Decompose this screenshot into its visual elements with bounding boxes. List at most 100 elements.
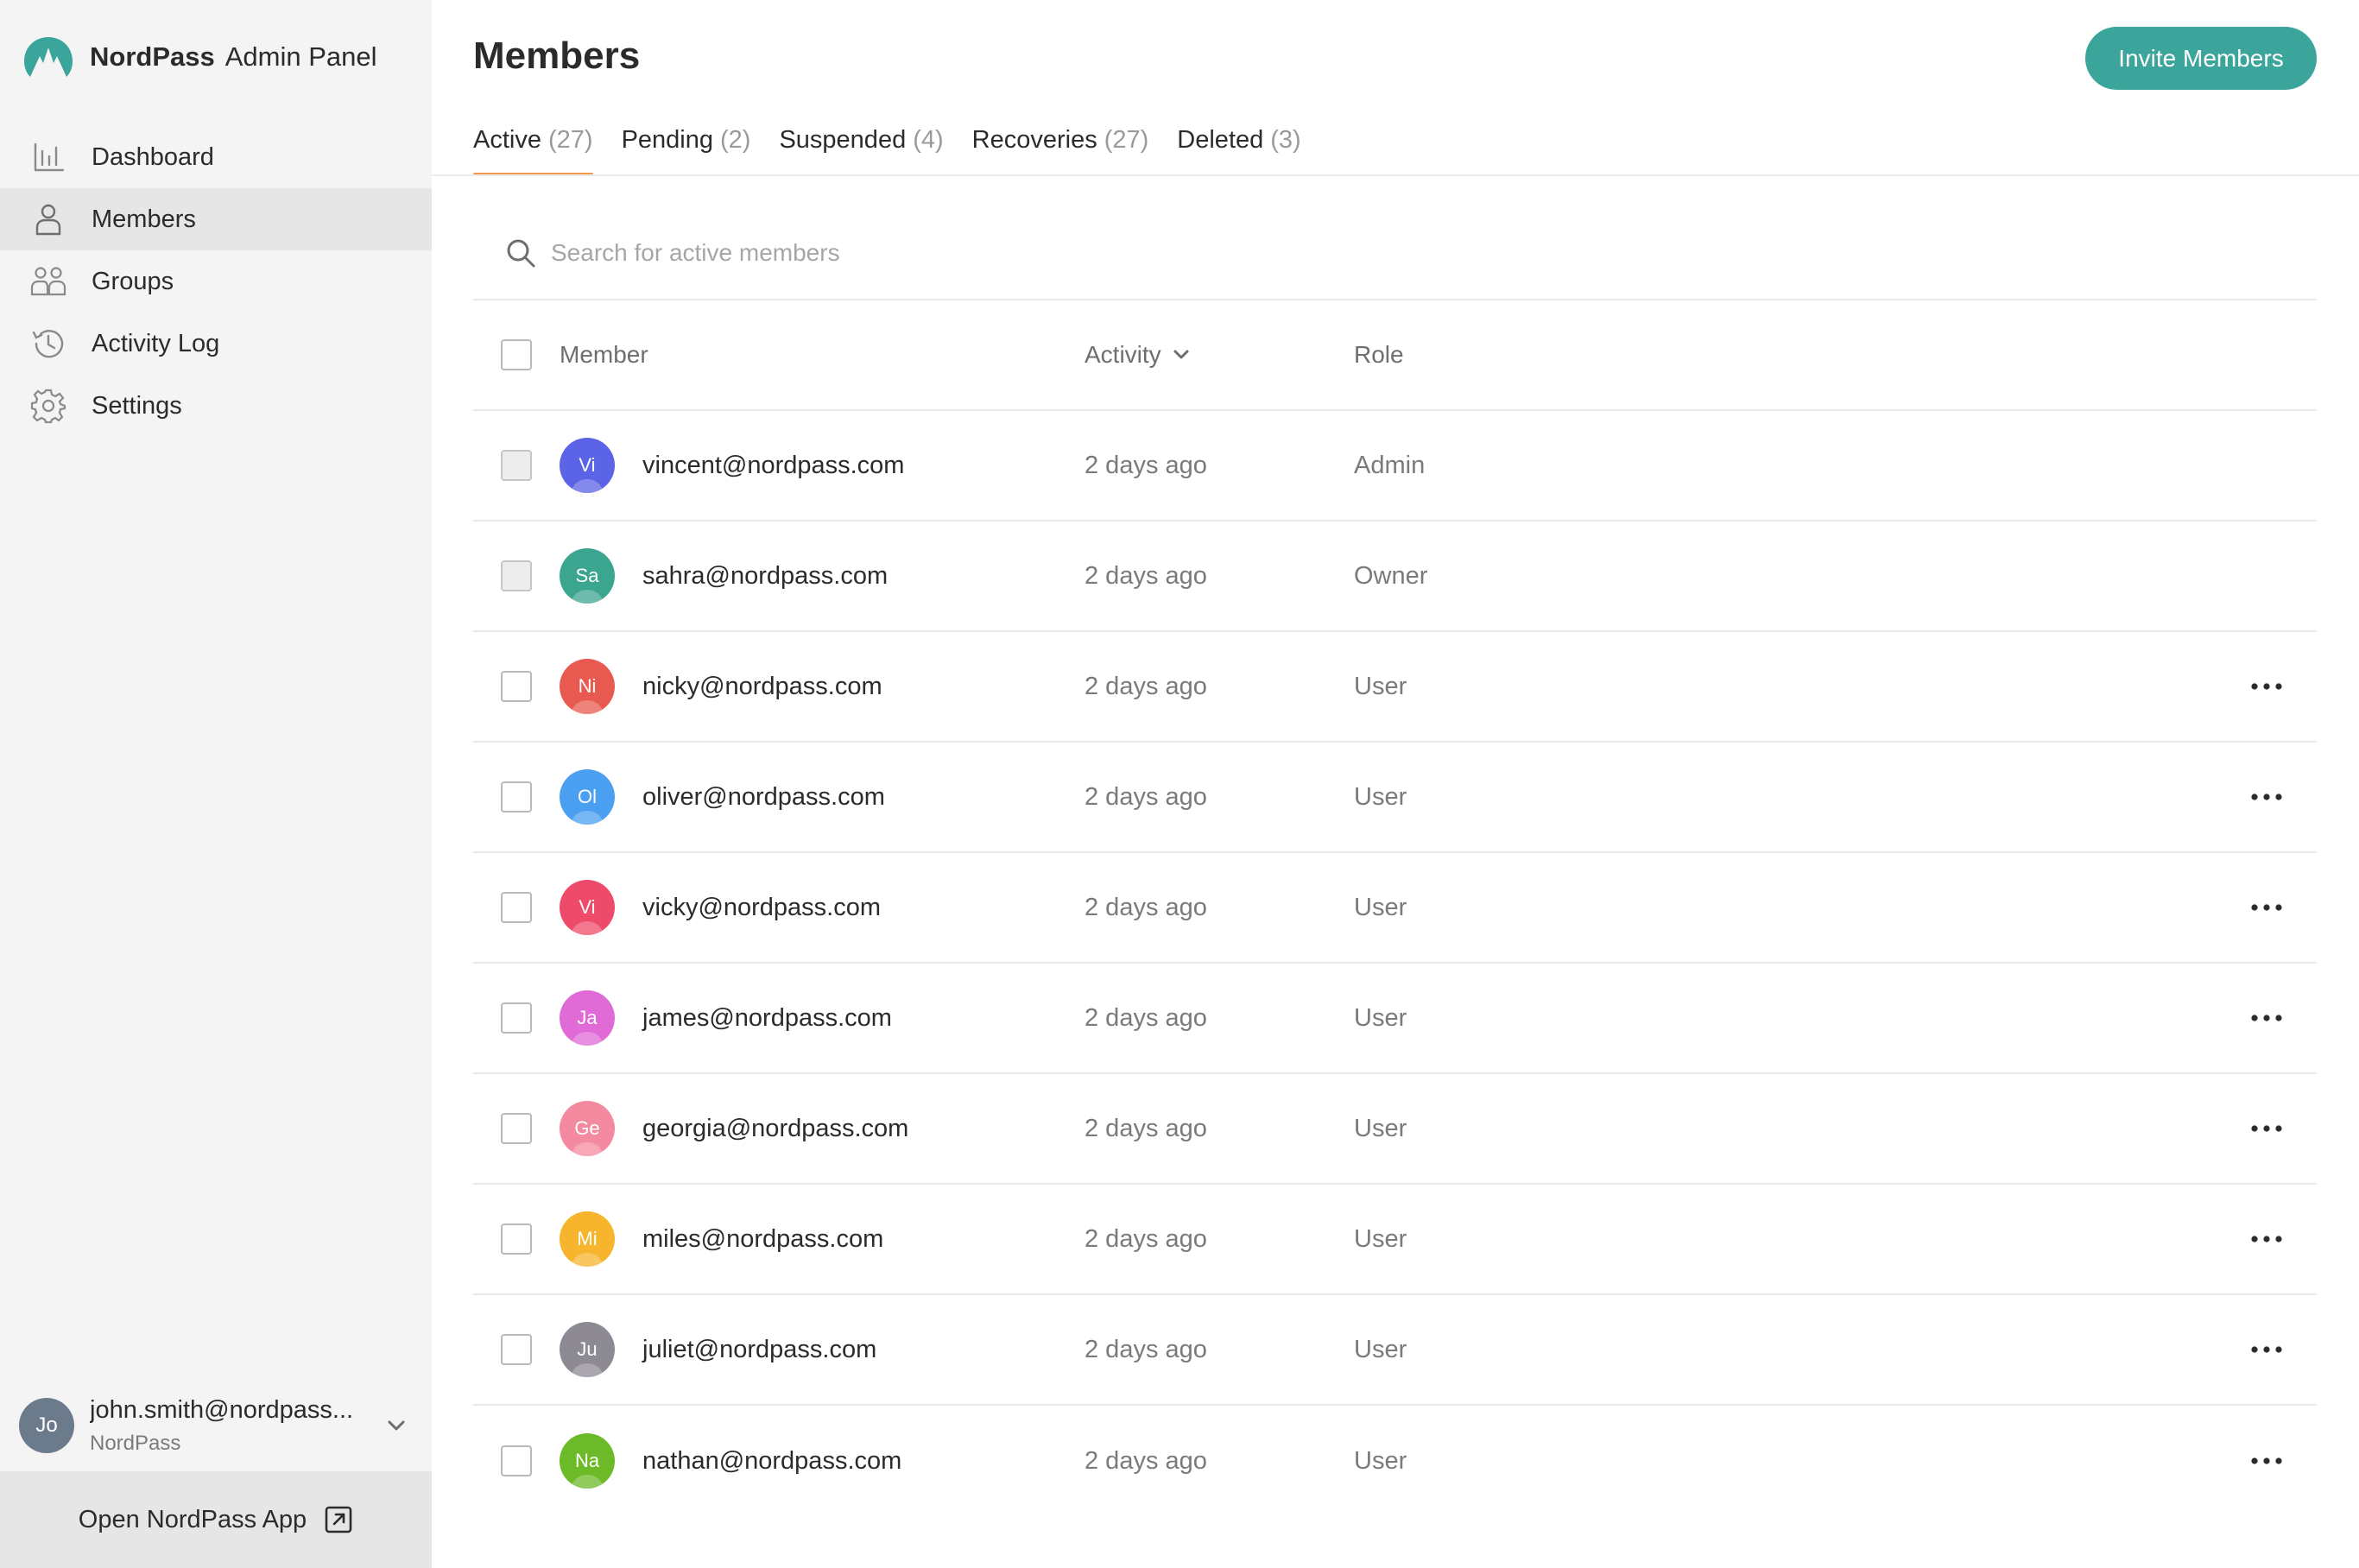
role-cell: Owner	[1354, 561, 1428, 590]
member-cell: Vi vincent@nordpass.com	[560, 438, 1085, 493]
more-options-button[interactable]	[2241, 780, 2293, 814]
sidebar-item-activity-log[interactable]: Activity Log	[0, 313, 432, 375]
sidebar-item-label: Activity Log	[92, 329, 220, 357]
more-options-button[interactable]	[2241, 1001, 2293, 1035]
external-link-icon	[325, 1506, 352, 1533]
table-row[interactable]: Ju juliet@nordpass.com 2 days ago User	[473, 1295, 2317, 1406]
member-cell: Na nathan@nordpass.com	[560, 1433, 1085, 1489]
more-horizontal-icon	[2251, 793, 2282, 800]
member-cell: Mi miles@nordpass.com	[560, 1211, 1085, 1267]
member-cell: Ni nicky@nordpass.com	[560, 659, 1085, 714]
member-email[interactable]: james@nordpass.com	[642, 1004, 892, 1033]
table-row[interactable]: Mi miles@nordpass.com 2 days ago User	[473, 1185, 2317, 1295]
tab-deleted[interactable]: Deleted (3)	[1177, 126, 1300, 176]
account-email: john.smith@nordpass...	[90, 1395, 354, 1424]
role-cell: User	[1354, 782, 1407, 811]
row-checkbox	[501, 560, 532, 591]
table-row[interactable]: Na nathan@nordpass.com 2 days ago User	[473, 1406, 2317, 1516]
member-email[interactable]: nathan@nordpass.com	[642, 1447, 901, 1476]
avatar: Ja	[560, 990, 615, 1046]
more-options-button[interactable]	[2241, 1332, 2293, 1367]
select-all-checkbox[interactable]	[501, 339, 532, 370]
tab-suspended[interactable]: Suspended (4)	[779, 126, 943, 176]
more-horizontal-icon	[2251, 1457, 2282, 1464]
tab-pending[interactable]: Pending (2)	[622, 126, 751, 176]
brand-name: NordPass	[90, 41, 215, 72]
member-cell: Ju juliet@nordpass.com	[560, 1322, 1085, 1377]
tab-count: (27)	[547, 126, 593, 154]
brand[interactable]: NordPass Admin Panel	[22, 33, 377, 81]
more-options-button[interactable]	[2241, 890, 2293, 925]
member-email[interactable]: nicky@nordpass.com	[642, 673, 882, 701]
tab-recoveries[interactable]: Recoveries (27)	[972, 126, 1149, 176]
column-header-member: Member	[560, 341, 648, 368]
avatar-initials: Vi	[579, 454, 596, 476]
row-checkbox[interactable]	[501, 671, 532, 702]
column-header-role: Role	[1354, 341, 1404, 368]
table-body: Vi vincent@nordpass.com 2 days ago Admin Sa s…	[473, 411, 2317, 1516]
member-email[interactable]: miles@nordpass.com	[642, 1225, 883, 1254]
member-email[interactable]: vicky@nordpass.com	[642, 894, 881, 922]
column-header-activity[interactable]: Activity	[1085, 341, 1354, 369]
tab-active[interactable]: Active (27)	[473, 126, 593, 176]
more-options-button[interactable]	[2241, 1444, 2293, 1478]
avatar-initials: Vi	[579, 896, 596, 918]
sidebar-item-settings[interactable]: Settings	[0, 375, 432, 437]
member-cell: Ja james@nordpass.com	[560, 990, 1085, 1046]
member-email[interactable]: vincent@nordpass.com	[642, 452, 904, 480]
avatar: Jo	[19, 1398, 74, 1453]
member-cell: Ol oliver@nordpass.com	[560, 769, 1085, 825]
member-email[interactable]: georgia@nordpass.com	[642, 1115, 908, 1143]
sidebar-item-dashboard[interactable]: Dashboard	[0, 126, 432, 188]
activity-cell: 2 days ago	[1085, 893, 1207, 921]
chevron-down-icon	[1173, 350, 1189, 359]
row-checkbox[interactable]	[501, 892, 532, 923]
more-horizontal-icon	[2251, 1346, 2282, 1353]
account-menu[interactable]: Jo john.smith@nordpass... NordPass	[0, 1378, 432, 1473]
column-header-label: Activity	[1085, 341, 1161, 368]
invite-members-button[interactable]: Invite Members	[2085, 27, 2317, 90]
avatar: Ni	[560, 659, 615, 714]
search-icon	[507, 239, 535, 268]
role-cell: User	[1354, 1446, 1407, 1475]
row-checkbox[interactable]	[501, 1002, 532, 1034]
more-options-button[interactable]	[2241, 669, 2293, 704]
row-checkbox[interactable]	[501, 1445, 532, 1476]
avatar: Na	[560, 1433, 615, 1489]
sidebar-nav: Dashboard Members Groups Activity Log Se…	[0, 126, 432, 437]
avatar-initials: Ge	[574, 1117, 600, 1139]
row-checkbox[interactable]	[501, 1334, 532, 1365]
member-email[interactable]: juliet@nordpass.com	[642, 1336, 876, 1364]
search-input[interactable]	[551, 239, 2105, 267]
sidebar-item-members[interactable]: Members	[0, 188, 432, 250]
open-app-button[interactable]: Open NordPass App	[0, 1471, 432, 1568]
search-bar	[473, 207, 2317, 300]
table-row[interactable]: Sa sahra@nordpass.com 2 days ago Owner	[473, 522, 2317, 632]
avatar-initials: Ja	[577, 1007, 598, 1028]
activity-cell: 2 days ago	[1085, 1335, 1207, 1363]
more-horizontal-icon	[2251, 1125, 2282, 1132]
bar-chart-icon	[29, 138, 67, 176]
role-cell: User	[1354, 1114, 1407, 1142]
activity-cell: 2 days ago	[1085, 1224, 1207, 1253]
table-row[interactable]: Vi vincent@nordpass.com 2 days ago Admin	[473, 411, 2317, 522]
row-checkbox[interactable]	[501, 1223, 532, 1255]
more-options-button[interactable]	[2241, 1222, 2293, 1256]
table-row[interactable]: Vi vicky@nordpass.com 2 days ago User	[473, 853, 2317, 964]
avatar: Ju	[560, 1322, 615, 1377]
table-row[interactable]: Ja james@nordpass.com 2 days ago User	[473, 964, 2317, 1074]
open-app-label: Open NordPass App	[78, 1505, 307, 1533]
row-checkbox[interactable]	[501, 781, 532, 812]
table-row[interactable]: Ol oliver@nordpass.com 2 days ago User	[473, 743, 2317, 853]
row-checkbox[interactable]	[501, 1113, 532, 1144]
sidebar-item-groups[interactable]: Groups	[0, 250, 432, 313]
member-email[interactable]: sahra@nordpass.com	[642, 562, 888, 591]
table-row[interactable]: Ge georgia@nordpass.com 2 days ago User	[473, 1074, 2317, 1185]
more-options-button[interactable]	[2241, 1111, 2293, 1146]
table-header: Member Activity Role	[473, 300, 2317, 411]
avatar-initials: Sa	[575, 565, 599, 586]
member-email[interactable]: oliver@nordpass.com	[642, 783, 885, 812]
activity-cell: 2 days ago	[1085, 561, 1207, 590]
sidebar-item-label: Members	[92, 205, 196, 233]
table-row[interactable]: Ni nicky@nordpass.com 2 days ago User	[473, 632, 2317, 743]
